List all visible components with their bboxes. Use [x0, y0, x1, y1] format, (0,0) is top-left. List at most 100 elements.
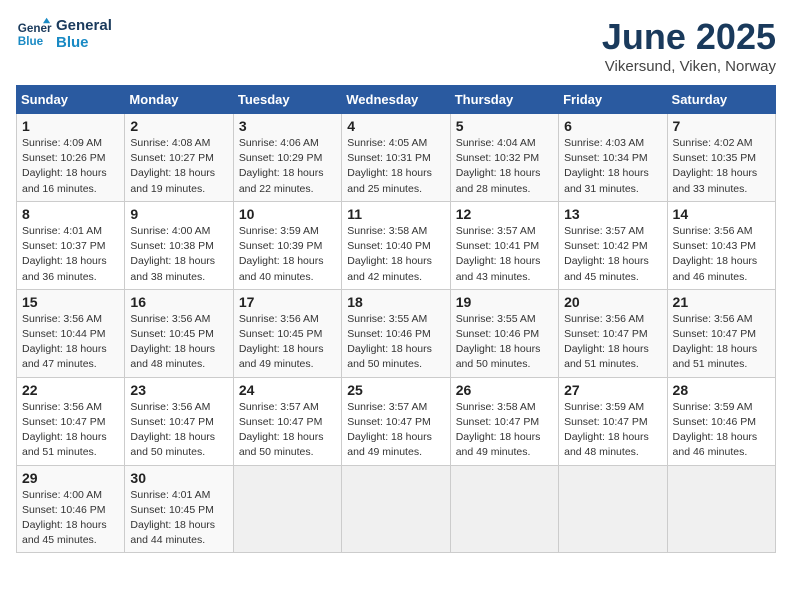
calendar-cell: 8 Sunrise: 4:01 AM Sunset: 10:37 PM Dayli…	[17, 201, 125, 289]
calendar-cell	[667, 465, 775, 553]
calendar-table: SundayMondayTuesdayWednesdayThursdayFrid…	[16, 85, 776, 553]
day-detail: Sunrise: 3:57 AM Sunset: 10:41 PM Daylig…	[456, 224, 553, 285]
day-detail: Sunrise: 4:05 AM Sunset: 10:31 PM Daylig…	[347, 136, 444, 197]
day-detail: Sunrise: 3:58 AM Sunset: 10:40 PM Daylig…	[347, 224, 444, 285]
calendar-cell: 2 Sunrise: 4:08 AM Sunset: 10:27 PM Dayli…	[125, 114, 233, 202]
calendar-cell: 22 Sunrise: 3:56 AM Sunset: 10:47 PM Dayl…	[17, 377, 125, 465]
day-detail: Sunrise: 3:59 AM Sunset: 10:39 PM Daylig…	[239, 224, 336, 285]
day-number: 22	[22, 382, 119, 398]
day-number: 15	[22, 294, 119, 310]
day-number: 7	[673, 118, 770, 134]
calendar-cell: 17 Sunrise: 3:56 AM Sunset: 10:45 PM Dayl…	[233, 289, 341, 377]
calendar-week-row: 29 Sunrise: 4:00 AM Sunset: 10:46 PM Dayl…	[17, 465, 776, 553]
logo-line1: General	[56, 17, 112, 34]
calendar-cell: 7Sunrise: 4:02 AM Sunset: 10:35 PM Dayli…	[667, 114, 775, 202]
day-detail: Sunrise: 4:00 AM Sunset: 10:46 PM Daylig…	[22, 488, 119, 549]
day-number: 25	[347, 382, 444, 398]
day-number: 16	[130, 294, 227, 310]
day-detail: Sunrise: 4:06 AM Sunset: 10:29 PM Daylig…	[239, 136, 336, 197]
logo-line2: Blue	[56, 34, 112, 51]
day-detail: Sunrise: 3:57 AM Sunset: 10:47 PM Daylig…	[347, 400, 444, 461]
day-number: 4	[347, 118, 444, 134]
logo-icon: General Blue	[16, 16, 52, 52]
day-detail: Sunrise: 4:03 AM Sunset: 10:34 PM Daylig…	[564, 136, 661, 197]
calendar-header-tuesday: Tuesday	[233, 86, 341, 114]
day-number: 30	[130, 470, 227, 486]
calendar-header-monday: Monday	[125, 86, 233, 114]
day-number: 20	[564, 294, 661, 310]
calendar-cell: 27Sunrise: 3:59 AM Sunset: 10:47 PM Dayl…	[559, 377, 667, 465]
day-detail: Sunrise: 3:56 AM Sunset: 10:44 PM Daylig…	[22, 312, 119, 373]
day-detail: Sunrise: 3:56 AM Sunset: 10:45 PM Daylig…	[130, 312, 227, 373]
svg-text:General: General	[18, 22, 52, 35]
calendar-cell: 28Sunrise: 3:59 AM Sunset: 10:46 PM Dayl…	[667, 377, 775, 465]
day-number: 13	[564, 206, 661, 222]
day-number: 23	[130, 382, 227, 398]
calendar-week-row: 15 Sunrise: 3:56 AM Sunset: 10:44 PM Dayl…	[17, 289, 776, 377]
header: General Blue General Blue June 2025 Vike…	[16, 16, 776, 75]
calendar-cell: 10 Sunrise: 3:59 AM Sunset: 10:39 PM Dayl…	[233, 201, 341, 289]
day-detail: Sunrise: 4:08 AM Sunset: 10:27 PM Daylig…	[130, 136, 227, 197]
day-number: 18	[347, 294, 444, 310]
day-detail: Sunrise: 3:57 AM Sunset: 10:42 PM Daylig…	[564, 224, 661, 285]
day-detail: Sunrise: 3:56 AM Sunset: 10:45 PM Daylig…	[239, 312, 336, 373]
day-number: 19	[456, 294, 553, 310]
day-number: 8	[22, 206, 119, 222]
day-detail: Sunrise: 4:09 AM Sunset: 10:26 PM Daylig…	[22, 136, 119, 197]
day-detail: Sunrise: 4:00 AM Sunset: 10:38 PM Daylig…	[130, 224, 227, 285]
calendar-header-saturday: Saturday	[667, 86, 775, 114]
calendar-cell: 9Sunrise: 4:00 AM Sunset: 10:38 PM Dayli…	[125, 201, 233, 289]
day-detail: Sunrise: 4:01 AM Sunset: 10:37 PM Daylig…	[22, 224, 119, 285]
calendar-cell: 6 Sunrise: 4:03 AM Sunset: 10:34 PM Dayli…	[559, 114, 667, 202]
day-detail: Sunrise: 3:56 AM Sunset: 10:47 PM Daylig…	[564, 312, 661, 373]
calendar-cell	[233, 465, 341, 553]
day-number: 14	[673, 206, 770, 222]
calendar-cell: 4 Sunrise: 4:05 AM Sunset: 10:31 PM Dayli…	[342, 114, 450, 202]
calendar-cell: 19Sunrise: 3:55 AM Sunset: 10:46 PM Dayl…	[450, 289, 558, 377]
calendar-cell: 30 Sunrise: 4:01 AM Sunset: 10:45 PM Dayl…	[125, 465, 233, 553]
calendar-cell	[342, 465, 450, 553]
day-detail: Sunrise: 4:04 AM Sunset: 10:32 PM Daylig…	[456, 136, 553, 197]
day-number: 27	[564, 382, 661, 398]
calendar-cell: 29 Sunrise: 4:00 AM Sunset: 10:46 PM Dayl…	[17, 465, 125, 553]
day-detail: Sunrise: 3:56 AM Sunset: 10:43 PM Daylig…	[673, 224, 770, 285]
logo: General Blue General Blue	[16, 16, 112, 52]
calendar-header-wednesday: Wednesday	[342, 86, 450, 114]
calendar-week-row: 1 Sunrise: 4:09 AM Sunset: 10:26 PM Dayli…	[17, 114, 776, 202]
calendar-header-sunday: Sunday	[17, 86, 125, 114]
day-detail: Sunrise: 3:55 AM Sunset: 10:46 PM Daylig…	[347, 312, 444, 373]
calendar-cell: 13 Sunrise: 3:57 AM Sunset: 10:42 PM Dayl…	[559, 201, 667, 289]
calendar-header-row: SundayMondayTuesdayWednesdayThursdayFrid…	[17, 86, 776, 114]
calendar-cell: 25 Sunrise: 3:57 AM Sunset: 10:47 PM Dayl…	[342, 377, 450, 465]
calendar-title: June 2025	[602, 16, 776, 58]
day-number: 21	[673, 294, 770, 310]
day-number: 6	[564, 118, 661, 134]
day-number: 17	[239, 294, 336, 310]
calendar-cell: 5Sunrise: 4:04 AM Sunset: 10:32 PM Dayli…	[450, 114, 558, 202]
calendar-header-thursday: Thursday	[450, 86, 558, 114]
calendar-cell: 14 Sunrise: 3:56 AM Sunset: 10:43 PM Dayl…	[667, 201, 775, 289]
calendar-cell: 16 Sunrise: 3:56 AM Sunset: 10:45 PM Dayl…	[125, 289, 233, 377]
calendar-cell: 21Sunrise: 3:56 AM Sunset: 10:47 PM Dayl…	[667, 289, 775, 377]
day-number: 24	[239, 382, 336, 398]
day-number: 2	[130, 118, 227, 134]
calendar-week-row: 8 Sunrise: 4:01 AM Sunset: 10:37 PM Dayli…	[17, 201, 776, 289]
calendar-subtitle: Vikersund, Viken, Norway	[602, 58, 776, 75]
day-detail: Sunrise: 4:01 AM Sunset: 10:45 PM Daylig…	[130, 488, 227, 549]
calendar-cell: 24Sunrise: 3:57 AM Sunset: 10:47 PM Dayl…	[233, 377, 341, 465]
day-number: 1	[22, 118, 119, 134]
day-number: 3	[239, 118, 336, 134]
calendar-header-friday: Friday	[559, 86, 667, 114]
calendar-cell	[559, 465, 667, 553]
calendar-cell: 3 Sunrise: 4:06 AM Sunset: 10:29 PM Dayli…	[233, 114, 341, 202]
calendar-cell: 15 Sunrise: 3:56 AM Sunset: 10:44 PM Dayl…	[17, 289, 125, 377]
day-number: 29	[22, 470, 119, 486]
day-detail: Sunrise: 3:56 AM Sunset: 10:47 PM Daylig…	[22, 400, 119, 461]
day-detail: Sunrise: 3:59 AM Sunset: 10:46 PM Daylig…	[673, 400, 770, 461]
day-detail: Sunrise: 3:56 AM Sunset: 10:47 PM Daylig…	[130, 400, 227, 461]
calendar-cell: 23 Sunrise: 3:56 AM Sunset: 10:47 PM Dayl…	[125, 377, 233, 465]
day-number: 26	[456, 382, 553, 398]
day-number: 10	[239, 206, 336, 222]
calendar-cell: 11Sunrise: 3:58 AM Sunset: 10:40 PM Dayl…	[342, 201, 450, 289]
calendar-cell: 26Sunrise: 3:58 AM Sunset: 10:47 PM Dayl…	[450, 377, 558, 465]
